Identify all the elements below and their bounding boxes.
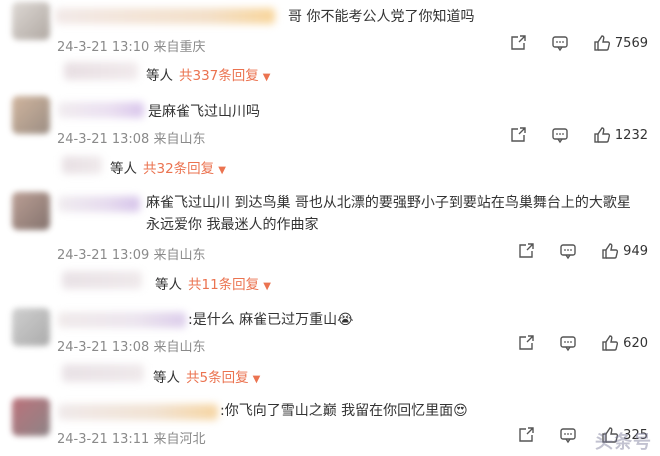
reply-who: 等人	[153, 370, 180, 386]
comment-actions: 949	[493, 242, 648, 260]
comment-text: :你飞向了雪山之巅 我留在你回忆里面😍	[220, 403, 468, 419]
comment-location: 来自山东	[153, 340, 206, 355]
share-icon[interactable]	[517, 426, 535, 444]
username-blurred[interactable]	[55, 8, 275, 24]
comment-time: 24-3-21 13:09	[57, 248, 150, 263]
comment-icon[interactable]	[559, 426, 577, 444]
avatar[interactable]	[12, 96, 50, 134]
comment-text: 是麻雀飞过山川吗	[148, 104, 260, 120]
comment-time: 24-3-21 13:08	[57, 340, 150, 355]
comment-actions: 620	[493, 334, 648, 352]
caret-down-icon: ▼	[252, 374, 261, 385]
like-count: 7569	[614, 35, 648, 51]
replies-link[interactable]: 等人 共337条回复 ▼	[146, 64, 270, 84]
caret-down-icon: ▼	[218, 165, 226, 176]
thumbs-up-icon[interactable]	[601, 334, 619, 352]
thumbs-up-icon[interactable]	[593, 34, 611, 52]
comment-location: 来自山东	[153, 248, 206, 263]
comment-meta: 24-3-21 13:08 来自山东	[57, 128, 206, 147]
reply-total: 共337条回复	[179, 68, 259, 84]
reply-avatars-blurred	[64, 62, 138, 80]
comment-actions: 1232	[485, 126, 648, 144]
thumbs-up-icon[interactable]	[593, 126, 611, 144]
comment-meta: 24-3-21 13:11 来自河北	[57, 428, 206, 447]
username-blurred[interactable]	[58, 196, 140, 212]
comment-meta: 24-3-21 13:10 来自重庆	[57, 36, 206, 55]
caret-down-icon: ▼	[262, 72, 271, 83]
reply-total: 共32条回复	[143, 161, 215, 177]
reply-who: 等人	[110, 161, 137, 177]
username-blurred[interactable]	[58, 312, 186, 328]
reply-avatars-blurred	[62, 364, 144, 382]
comment-time: 24-3-21 13:08	[57, 132, 150, 147]
comment-text: 麻雀飞过山川 到达鸟巢 哥也从北漂的要强野小子到要站在鸟巢舞台上的大歌星 永远爱…	[146, 195, 631, 233]
like-count: 620	[623, 335, 648, 351]
comment-text: 哥 你不能考公人党了你知道吗	[288, 9, 475, 25]
share-icon[interactable]	[517, 242, 535, 260]
username-blurred[interactable]	[58, 404, 218, 420]
replies-link[interactable]: 等人 共5条回复 ▼	[153, 366, 260, 386]
comment-time: 24-3-21 13:10	[57, 40, 150, 55]
comment-location: 来自河北	[153, 432, 206, 447]
reply-who: 等人	[155, 277, 182, 293]
comment-location: 来自重庆	[153, 40, 206, 55]
avatar[interactable]	[12, 308, 50, 346]
comment-text: :是什么 麻雀已过万重山😭	[188, 312, 354, 328]
username-blurred[interactable]	[58, 102, 144, 118]
comment-meta: 24-3-21 13:09 来自山东	[57, 244, 206, 263]
like-count: 1232	[614, 127, 648, 143]
comment-location: 来自山东	[153, 132, 206, 147]
replies-link[interactable]: 等人 共32条回复 ▼	[110, 157, 226, 177]
reply-who: 等人	[146, 68, 173, 84]
comment-icon[interactable]	[551, 126, 569, 144]
like-count: 949	[623, 243, 648, 259]
comment-meta: 24-3-21 13:08 来自山东	[57, 336, 206, 355]
avatar[interactable]	[12, 398, 50, 436]
comment-icon[interactable]	[551, 34, 569, 52]
reply-avatars-blurred	[62, 271, 142, 289]
share-icon[interactable]	[517, 334, 535, 352]
thumbs-up-icon[interactable]	[601, 242, 619, 260]
watermark: 头条号	[595, 432, 652, 453]
comment-icon[interactable]	[559, 334, 577, 352]
reply-avatars-blurred	[62, 156, 102, 174]
reply-total: 共11条回复	[188, 277, 260, 293]
avatar[interactable]	[12, 192, 50, 230]
avatar[interactable]	[12, 2, 50, 40]
replies-link[interactable]: 等人 共11条回复 ▼	[155, 273, 271, 293]
caret-down-icon: ▼	[263, 281, 271, 292]
comment-time: 24-3-21 13:11	[57, 432, 150, 447]
share-icon[interactable]	[509, 34, 527, 52]
comment-actions: 7569	[485, 34, 648, 52]
reply-total: 共5条回复	[186, 370, 249, 386]
share-icon[interactable]	[509, 126, 527, 144]
comment-icon[interactable]	[559, 242, 577, 260]
